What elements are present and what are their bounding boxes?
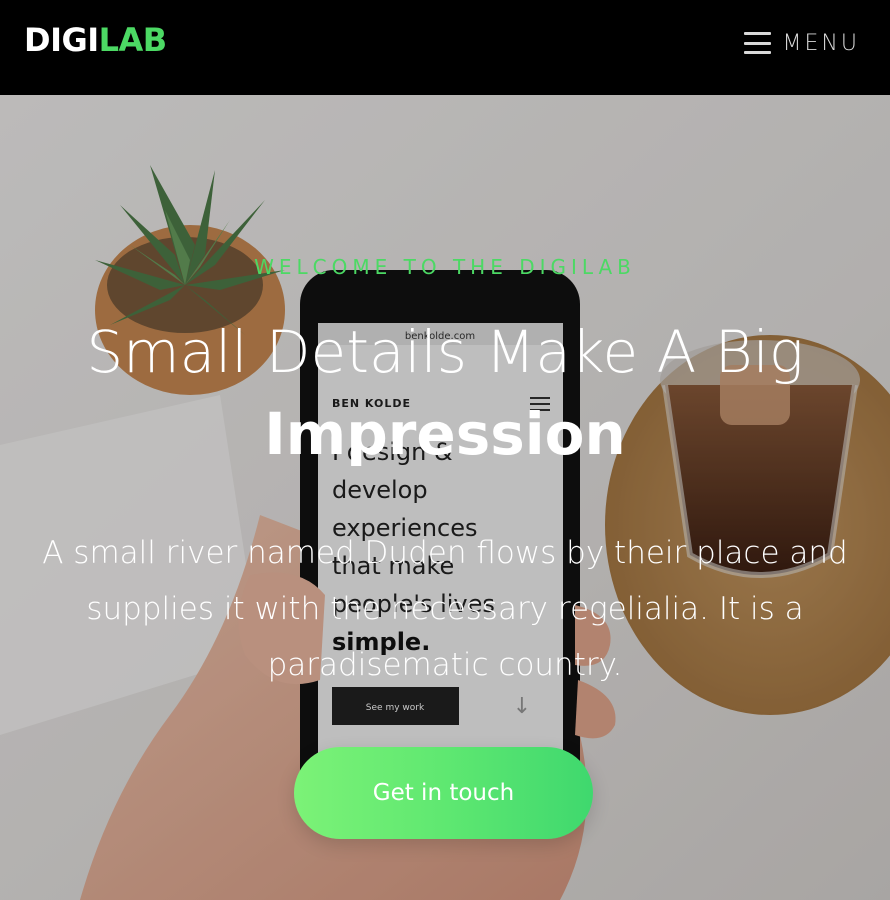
hero-headline-line-2: Impression — [264, 400, 626, 468]
menu-label: MENU — [782, 30, 860, 56]
hero-subheading: WELCOME TO THE DIGILAB — [254, 255, 636, 279]
hero-description: A small river named Duden flows by their… — [42, 535, 848, 683]
brand-part-1: DIGI — [24, 21, 99, 59]
hero-content: WELCOME TO THE DIGILAB Small Details Mak… — [0, 95, 890, 900]
navbar: DIGILAB MENU — [0, 0, 890, 95]
brand-logo[interactable]: DIGILAB — [24, 20, 167, 60]
get-in-touch-button[interactable]: Get in touch — [294, 747, 593, 839]
hero-headline-line-1: Small Details Make A Big — [86, 318, 804, 386]
hero-headline: Small Details Make A Big Impression — [0, 317, 890, 469]
hamburger-icon — [743, 32, 771, 54]
menu-button[interactable]: MENU — [743, 28, 860, 58]
brand-part-2: LAB — [98, 21, 168, 59]
hero-section: benkolde.com BEN KOLDE I design & develo… — [0, 95, 890, 900]
